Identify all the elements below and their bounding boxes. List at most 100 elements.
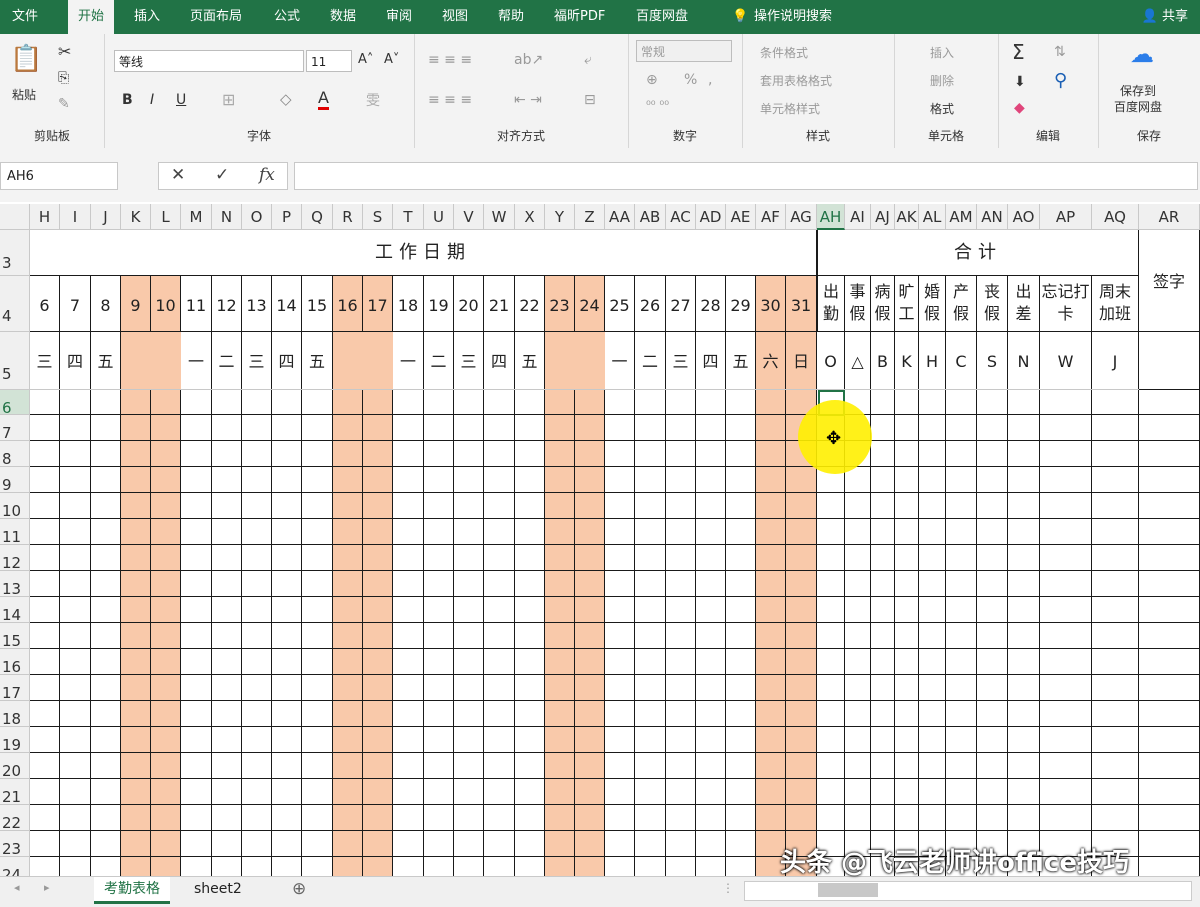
data-cell[interactable] — [635, 805, 666, 831]
data-cell[interactable] — [30, 753, 60, 779]
day-number-cell[interactable]: 30 — [756, 276, 786, 332]
data-cell[interactable] — [817, 701, 845, 727]
data-cell[interactable] — [333, 441, 363, 467]
column-header[interactable]: N — [212, 204, 242, 230]
data-cell[interactable] — [817, 623, 845, 649]
data-cell[interactable] — [393, 805, 424, 831]
sheet-tab-sheet2[interactable]: sheet2 — [184, 877, 252, 901]
data-cell[interactable] — [635, 831, 666, 857]
data-cell[interactable] — [977, 545, 1008, 571]
data-cell[interactable] — [333, 623, 363, 649]
data-cell[interactable] — [895, 545, 919, 571]
data-cell[interactable] — [696, 623, 726, 649]
data-cell[interactable] — [121, 701, 151, 727]
data-cell[interactable] — [515, 441, 545, 467]
total-type-header[interactable]: 病假 — [871, 276, 895, 332]
data-cell[interactable] — [30, 332, 60, 390]
column-header[interactable]: R — [333, 204, 363, 230]
data-cell[interactable] — [1040, 415, 1092, 441]
data-cell[interactable] — [845, 779, 871, 805]
data-cell[interactable] — [151, 805, 181, 831]
data-cell[interactable] — [545, 831, 575, 857]
data-cell[interactable] — [696, 571, 726, 597]
data-cell[interactable] — [393, 545, 424, 571]
row-header[interactable]: 19 — [0, 727, 30, 753]
data-cell[interactable] — [666, 701, 696, 727]
data-cell[interactable] — [895, 332, 919, 390]
data-cell[interactable] — [895, 753, 919, 779]
data-cell[interactable] — [212, 571, 242, 597]
data-cell[interactable] — [786, 545, 817, 571]
data-cell[interactable] — [977, 753, 1008, 779]
data-cell[interactable] — [575, 805, 605, 831]
data-cell[interactable] — [212, 831, 242, 857]
data-cell[interactable] — [212, 805, 242, 831]
data-cell[interactable] — [1008, 753, 1040, 779]
data-cell[interactable] — [515, 649, 545, 675]
data-cell[interactable] — [424, 415, 454, 441]
data-cell[interactable] — [635, 545, 666, 571]
data-cell[interactable] — [333, 390, 363, 415]
data-cell[interactable] — [60, 753, 91, 779]
column-header[interactable]: AQ — [1092, 204, 1139, 230]
day-number-cell[interactable]: 23 — [545, 276, 575, 332]
data-cell[interactable] — [212, 727, 242, 753]
data-cell[interactable] — [91, 831, 121, 857]
data-cell[interactable] — [515, 493, 545, 519]
data-cell[interactable] — [545, 571, 575, 597]
data-cell[interactable] — [121, 467, 151, 493]
data-cell[interactable] — [726, 332, 756, 390]
data-cell[interactable] — [946, 467, 977, 493]
data-cell[interactable] — [91, 493, 121, 519]
data-cell[interactable] — [91, 805, 121, 831]
data-cell[interactable] — [424, 597, 454, 623]
data-cell[interactable] — [696, 332, 726, 390]
data-cell[interactable] — [545, 675, 575, 701]
data-cell[interactable] — [575, 701, 605, 727]
data-cell[interactable] — [895, 467, 919, 493]
data-cell[interactable] — [635, 597, 666, 623]
data-cell[interactable] — [454, 727, 484, 753]
data-cell[interactable] — [845, 805, 871, 831]
data-cell[interactable] — [60, 519, 91, 545]
data-cell[interactable] — [605, 441, 635, 467]
column-header[interactable]: AF — [756, 204, 786, 230]
data-cell[interactable] — [60, 545, 91, 571]
data-cell[interactable] — [424, 467, 454, 493]
total-type-header[interactable]: 事假 — [845, 276, 871, 332]
day-number-cell[interactable]: 15 — [302, 276, 333, 332]
sign-cell[interactable] — [1139, 805, 1200, 831]
data-cell[interactable] — [1008, 571, 1040, 597]
data-cell[interactable] — [666, 545, 696, 571]
data-cell[interactable] — [151, 675, 181, 701]
data-cell[interactable] — [393, 493, 424, 519]
row-header[interactable]: 3 — [0, 230, 30, 276]
data-cell[interactable] — [333, 467, 363, 493]
data-cell[interactable] — [515, 332, 545, 390]
data-cell[interactable] — [575, 545, 605, 571]
data-cell[interactable] — [786, 727, 817, 753]
day-number-cell[interactable]: 6 — [30, 276, 60, 332]
data-cell[interactable] — [545, 519, 575, 545]
data-cell[interactable] — [756, 467, 786, 493]
data-cell[interactable] — [786, 753, 817, 779]
data-cell[interactable] — [1092, 415, 1139, 441]
data-cell[interactable] — [575, 571, 605, 597]
data-cell[interactable] — [605, 493, 635, 519]
data-cell[interactable] — [666, 727, 696, 753]
data-cell[interactable] — [424, 623, 454, 649]
sign-cell[interactable] — [1139, 415, 1200, 441]
data-cell[interactable] — [302, 779, 333, 805]
data-cell[interactable] — [151, 390, 181, 415]
data-cell[interactable] — [272, 779, 302, 805]
data-cell[interactable] — [151, 623, 181, 649]
sign-cell[interactable] — [1139, 753, 1200, 779]
data-cell[interactable] — [666, 597, 696, 623]
data-cell[interactable] — [393, 415, 424, 441]
data-cell[interactable] — [545, 545, 575, 571]
data-cell[interactable] — [1008, 545, 1040, 571]
data-cell[interactable] — [575, 493, 605, 519]
data-cell[interactable] — [302, 441, 333, 467]
data-cell[interactable] — [545, 415, 575, 441]
total-type-header[interactable]: 忘记打卡 — [1040, 276, 1092, 332]
